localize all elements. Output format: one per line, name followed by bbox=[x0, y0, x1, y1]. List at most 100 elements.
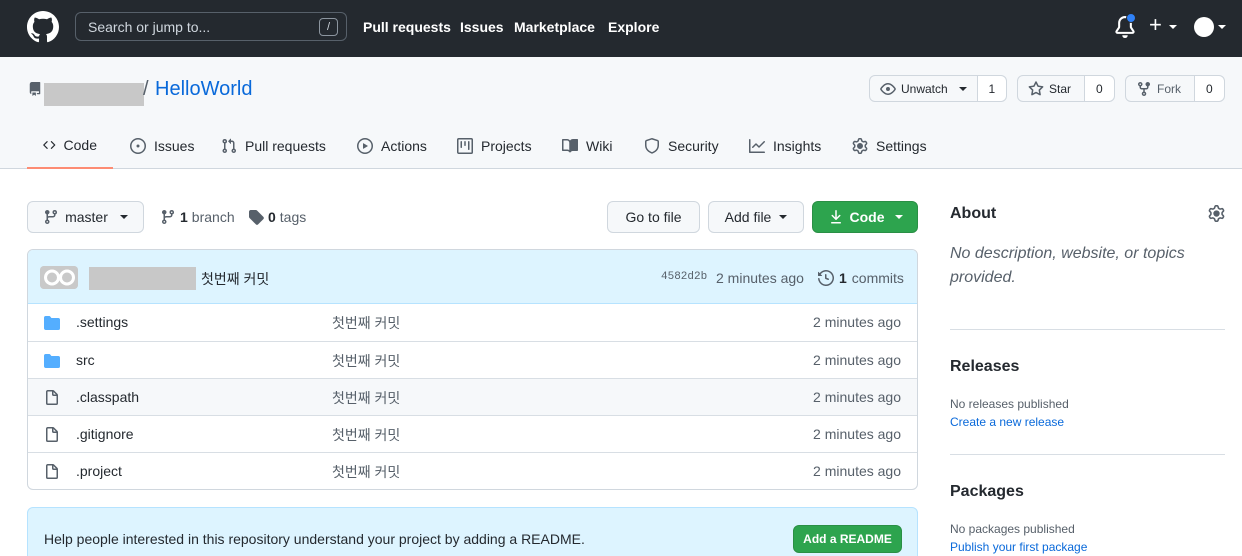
search-shortcut-key: / bbox=[319, 18, 338, 36]
nav-issues[interactable]: Issues bbox=[460, 19, 504, 35]
packages-empty-text: No packages published bbox=[950, 522, 1075, 536]
owner-name-redacted[interactable] bbox=[44, 83, 144, 106]
folder-icon bbox=[44, 316, 60, 330]
repo-name-link[interactable]: HelloWorld bbox=[155, 78, 252, 101]
issue-opened-icon bbox=[130, 138, 146, 154]
star-count[interactable]: 0 bbox=[1084, 76, 1114, 101]
fork-label: Fork bbox=[1157, 81, 1181, 96]
code-icon bbox=[43, 141, 56, 149]
tab-settings-label: Settings bbox=[876, 138, 927, 154]
search-input[interactable]: Search or jump to... / bbox=[75, 12, 347, 41]
releases-heading[interactable]: Releases bbox=[950, 358, 1019, 376]
file-row-project[interactable]: .project 첫번째 커밋 2 minutes ago bbox=[28, 452, 917, 489]
tags-link[interactable]: 0 tags bbox=[248, 209, 306, 225]
download-icon bbox=[830, 210, 841, 224]
tab-projects[interactable]: Projects bbox=[457, 123, 532, 169]
tab-actions[interactable]: Actions bbox=[357, 123, 427, 169]
code-label: Code bbox=[849, 209, 885, 225]
branches-link[interactable]: 1 branch bbox=[160, 209, 235, 225]
file-commit-message[interactable]: 첫번째 커밋 bbox=[332, 462, 400, 482]
file-row-settings[interactable]: .settings 첫번째 커밋 2 minutes ago bbox=[28, 304, 917, 341]
packages-heading[interactable]: Packages bbox=[950, 483, 1024, 501]
tab-pull-requests[interactable]: Pull requests bbox=[221, 123, 326, 169]
star-button[interactable]: Star 0 bbox=[1017, 75, 1115, 102]
file-name[interactable]: src bbox=[76, 352, 95, 368]
nav-marketplace[interactable]: Marketplace bbox=[514, 19, 595, 35]
file-name[interactable]: .settings bbox=[76, 314, 128, 330]
history-icon bbox=[818, 270, 834, 286]
file-name[interactable]: .project bbox=[76, 463, 122, 479]
tab-issues-label: Issues bbox=[154, 138, 195, 154]
add-file-button[interactable]: Add file bbox=[708, 201, 804, 233]
add-file-caret-icon bbox=[779, 215, 788, 219]
create-new-plus-icon[interactable]: + bbox=[1149, 14, 1162, 36]
tab-issues[interactable]: Issues bbox=[130, 123, 194, 169]
book-icon bbox=[562, 138, 578, 153]
git-branch-icon bbox=[161, 210, 174, 225]
tab-insights[interactable]: Insights bbox=[749, 123, 821, 169]
user-avatar[interactable] bbox=[1194, 17, 1214, 37]
tab-projects-label: Projects bbox=[481, 138, 532, 154]
file-icon bbox=[46, 464, 58, 479]
go-to-file-button[interactable]: Go to file bbox=[607, 201, 700, 233]
releases-empty-text: No releases published bbox=[950, 397, 1069, 411]
create-new-caret-icon[interactable] bbox=[1169, 25, 1177, 29]
branch-name: master bbox=[65, 209, 108, 225]
gear-icon bbox=[852, 138, 868, 154]
tab-security[interactable]: Security bbox=[644, 123, 719, 169]
fork-count[interactable]: 0 bbox=[1194, 76, 1224, 101]
file-name[interactable]: .classpath bbox=[76, 389, 139, 405]
add-readme-button[interactable]: Add a README bbox=[793, 525, 902, 553]
tab-code[interactable]: Code bbox=[27, 123, 113, 169]
branch-count: 1 bbox=[180, 209, 188, 225]
tab-security-label: Security bbox=[668, 138, 719, 154]
tab-actions-label: Actions bbox=[381, 138, 427, 154]
star-label: Star bbox=[1049, 81, 1072, 96]
file-row-gitignore[interactable]: .gitignore 첫번째 커밋 2 minutes ago bbox=[28, 415, 917, 452]
tag-count: 0 bbox=[268, 209, 276, 225]
tab-wiki[interactable]: Wiki bbox=[562, 123, 612, 169]
create-release-link[interactable]: Create a new release bbox=[950, 415, 1064, 429]
fork-button[interactable]: Fork 0 bbox=[1125, 75, 1225, 102]
tab-settings[interactable]: Settings bbox=[852, 123, 927, 169]
file-commit-time: 2 minutes ago bbox=[813, 463, 901, 479]
file-icon bbox=[46, 390, 58, 405]
watch-label: Unwatch bbox=[901, 81, 948, 96]
file-row-classpath[interactable]: .classpath 첫번째 커밋 2 minutes ago bbox=[28, 378, 917, 415]
repo-path-separator: / bbox=[143, 78, 149, 100]
readme-prompt-banner: Help people interested in this repositor… bbox=[27, 507, 918, 556]
file-commit-time: 2 minutes ago bbox=[813, 426, 901, 442]
go-to-file-label: Go to file bbox=[625, 209, 682, 225]
file-commit-message[interactable]: 첫번째 커밋 bbox=[332, 351, 400, 371]
commit-count: 1 bbox=[839, 270, 847, 286]
pull-request-icon bbox=[222, 138, 237, 154]
github-logo-icon[interactable] bbox=[27, 11, 59, 43]
user-menu-caret-icon[interactable] bbox=[1218, 25, 1226, 29]
commits-history-link[interactable]: 1 commits bbox=[818, 270, 904, 286]
commit-hash[interactable]: 4582d2b bbox=[661, 271, 707, 283]
branch-select-button[interactable]: master bbox=[27, 201, 144, 233]
code-download-button[interactable]: Code bbox=[812, 201, 918, 233]
repository-header: / HelloWorld Unwatch 1 Star 0 Fork 0 Cod… bbox=[0, 57, 1242, 169]
commit-author-avatar[interactable] bbox=[40, 266, 78, 289]
global-header: Search or jump to... / Pull requests Iss… bbox=[0, 0, 1242, 57]
commit-message[interactable]: 첫번째 커밋 bbox=[201, 269, 269, 289]
publish-package-link[interactable]: Publish your first package bbox=[950, 540, 1087, 554]
fork-icon bbox=[1138, 81, 1150, 96]
file-commit-message[interactable]: 첫번째 커밋 bbox=[332, 425, 400, 445]
watch-count[interactable]: 1 bbox=[977, 76, 1006, 101]
play-icon bbox=[357, 138, 373, 154]
file-commit-message[interactable]: 첫번째 커밋 bbox=[332, 388, 400, 408]
file-icon bbox=[46, 427, 58, 442]
tab-wiki-label: Wiki bbox=[586, 138, 613, 154]
about-settings-gear-icon[interactable] bbox=[1208, 205, 1225, 222]
file-name[interactable]: .gitignore bbox=[76, 426, 134, 442]
watch-button[interactable]: Unwatch 1 bbox=[869, 75, 1007, 102]
nav-pull-requests[interactable]: Pull requests bbox=[363, 19, 451, 35]
file-row-src[interactable]: src 첫번째 커밋 2 minutes ago bbox=[28, 341, 917, 378]
nav-explore[interactable]: Explore bbox=[608, 19, 659, 35]
branch-word: branch bbox=[191, 209, 235, 225]
file-commit-time: 2 minutes ago bbox=[813, 352, 901, 368]
commit-author-redacted[interactable] bbox=[89, 267, 196, 290]
file-commit-message[interactable]: 첫번째 커밋 bbox=[332, 313, 400, 333]
